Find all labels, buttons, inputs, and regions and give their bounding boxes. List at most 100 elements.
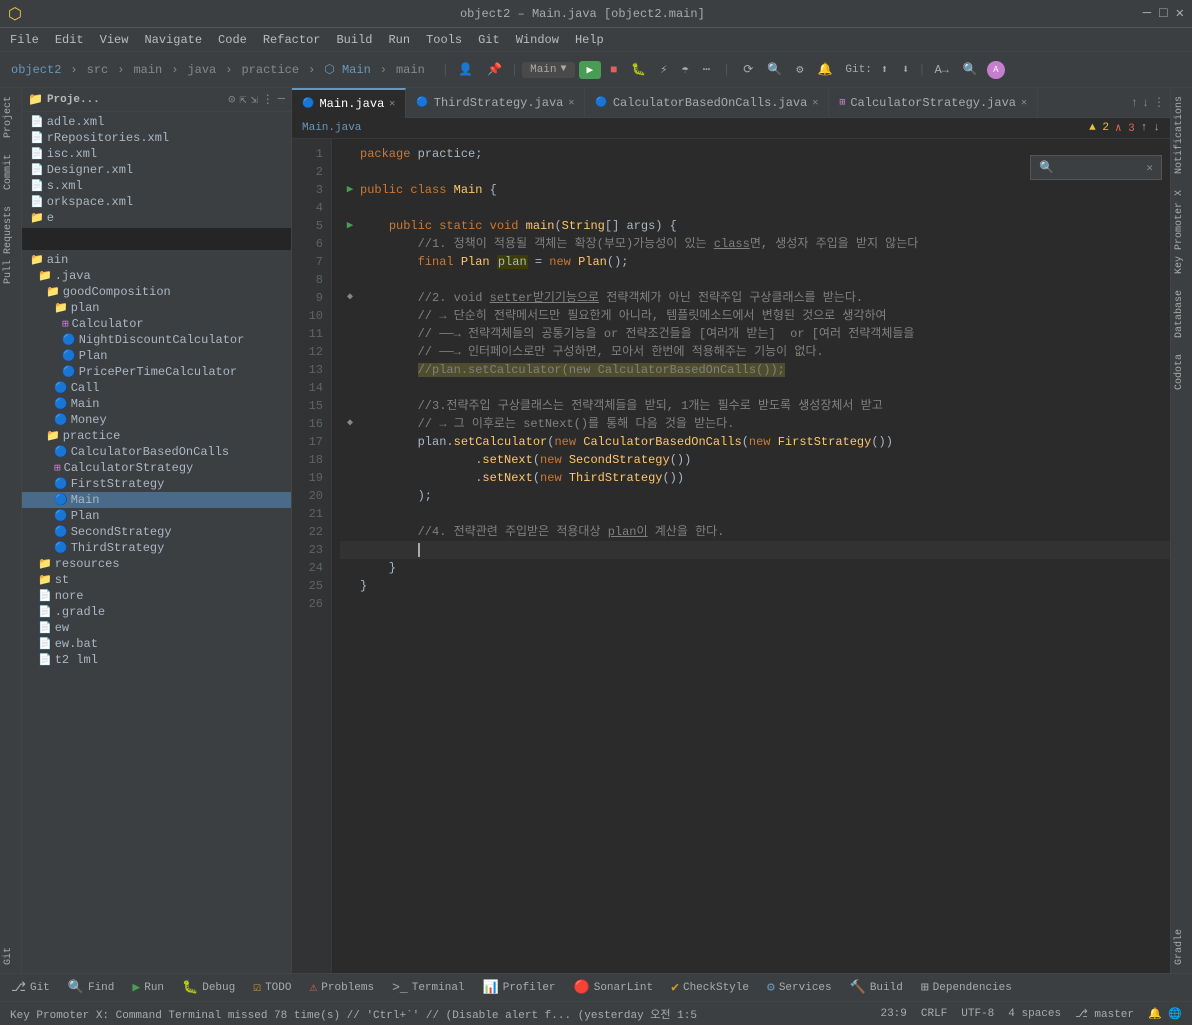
- menu-tools[interactable]: Tools: [420, 31, 468, 49]
- project-selector[interactable]: object2: [6, 61, 66, 79]
- navigate-up[interactable]: ↑: [1141, 122, 1148, 134]
- menu-build[interactable]: Build: [330, 31, 378, 49]
- sidebar-item-isc-xml[interactable]: 📄 isc.xml: [22, 146, 291, 162]
- coverage-button[interactable]: ☂: [677, 60, 694, 79]
- close-button[interactable]: ✕: [1176, 5, 1184, 22]
- sidebar-item-secondstrategy[interactable]: 🔵 SecondStrategy: [22, 524, 291, 540]
- code-content[interactable]: package practice; ▶ public class Main { …: [332, 139, 1170, 973]
- bottom-btn-run[interactable]: ▶ Run: [127, 978, 169, 997]
- sidebar-item-practice-folder[interactable]: 📁 practice: [22, 428, 291, 444]
- inline-search-box[interactable]: 🔍 ✕: [1030, 155, 1162, 180]
- sidebar-item-nore[interactable]: 📄 nore: [22, 588, 291, 604]
- menu-window[interactable]: Window: [510, 31, 565, 49]
- notifications-button[interactable]: 🔔: [812, 60, 837, 79]
- right-panel-codota[interactable]: Codota: [1171, 346, 1192, 398]
- tab-calcstrategy-close[interactable]: ✕: [1021, 97, 1027, 109]
- run-button[interactable]: ▶: [579, 61, 602, 79]
- sidebar-item-st[interactable]: 📁 st: [22, 572, 291, 588]
- vcs-update-button[interactable]: ⟳: [738, 60, 758, 79]
- tab-calculatorstrategy[interactable]: ⊞ CalculatorStrategy.java ✕: [829, 88, 1038, 118]
- code-line-23[interactable]: [340, 541, 1170, 559]
- sidebar-item-rrepositories-xml[interactable]: 📄 rRepositories.xml: [22, 130, 291, 146]
- user-icon[interactable]: 👤: [453, 60, 478, 79]
- bottom-btn-problems[interactable]: ⚠ Problems: [304, 978, 379, 997]
- tab-main-java[interactable]: 🔵 Main.java ✕: [292, 88, 406, 118]
- menu-file[interactable]: File: [4, 31, 45, 49]
- run-config-selector[interactable]: Main ▼: [522, 62, 574, 78]
- sidebar-item-adle-xml[interactable]: 📄 adle.xml: [22, 114, 291, 130]
- breadcrumb-file[interactable]: ⬡ Main: [319, 60, 375, 79]
- left-panel-commit[interactable]: Commit: [0, 146, 21, 198]
- sidebar-item-calculator-class[interactable]: ⊞ Calculator: [22, 316, 291, 332]
- sidebar-item-e-folder[interactable]: 📁 e: [22, 210, 291, 226]
- menu-code[interactable]: Code: [212, 31, 253, 49]
- tools-more-button[interactable]: ⋯: [698, 60, 715, 79]
- git-push-button[interactable]: ⬆: [876, 60, 893, 79]
- bottom-btn-profiler[interactable]: 📊 Profiler: [478, 978, 561, 997]
- bottom-btn-find[interactable]: 🔍 Find: [63, 978, 120, 997]
- status-key-promoter[interactable]: Key Promoter X: Command Terminal missed …: [6, 1006, 701, 1022]
- right-panel-key-promoter[interactable]: Key Promoter X: [1171, 182, 1192, 282]
- breadcrumb-src[interactable]: src: [82, 61, 114, 79]
- status-indent[interactable]: 4 spaces: [1004, 1008, 1065, 1020]
- sidebar-item-calculatorstrategy[interactable]: ⊞ CalculatorStrategy: [22, 460, 291, 476]
- sidebar-item-java-folder[interactable]: 📁 .java: [22, 268, 291, 284]
- avatar-button[interactable]: A: [987, 61, 1005, 79]
- tab-calculatorbasedoncalls[interactable]: 🔵 CalculatorBasedOnCalls.java ✕: [585, 88, 829, 118]
- menu-edit[interactable]: Edit: [49, 31, 90, 49]
- menu-run[interactable]: Run: [382, 31, 416, 49]
- sidebar-item-orkspace-xml[interactable]: 📄 orkspace.xml: [22, 194, 291, 210]
- bottom-btn-build[interactable]: 🔨 Build: [845, 978, 908, 997]
- sidebar-item-ain-folder[interactable]: 📁 ain: [22, 252, 291, 268]
- sidebar-item-call[interactable]: 🔵 Call: [22, 380, 291, 396]
- translate-button[interactable]: A→: [929, 61, 953, 79]
- left-panel-project[interactable]: Project: [0, 88, 21, 146]
- sidebar-item-main-gc[interactable]: 🔵 Main: [22, 396, 291, 412]
- sidebar-item-firststrategy[interactable]: 🔵 FirstStrategy: [22, 476, 291, 492]
- sidebar-more-icon[interactable]: ⋮: [262, 92, 274, 107]
- menu-help[interactable]: Help: [569, 31, 610, 49]
- menu-git[interactable]: Git: [472, 31, 506, 49]
- tab-scroll-down[interactable]: ↓: [1142, 96, 1149, 110]
- sidebar-close-icon[interactable]: ─: [278, 92, 285, 107]
- status-git[interactable]: ⎇ master: [1071, 1007, 1138, 1021]
- right-panel-database[interactable]: Database: [1171, 282, 1192, 346]
- sidebar-item-ew[interactable]: 📄 ew: [22, 620, 291, 636]
- tab-main-java-close[interactable]: ✕: [389, 98, 395, 110]
- sidebar-locate-icon[interactable]: ⊙: [228, 92, 235, 107]
- tab-scroll-up[interactable]: ↑: [1131, 96, 1138, 110]
- inline-search-close[interactable]: ✕: [1146, 161, 1153, 175]
- tab-thirdstrategy[interactable]: 🔵 ThirdStrategy.java ✕: [406, 88, 585, 118]
- bookmark-icon[interactable]: 📌: [482, 60, 507, 79]
- bottom-btn-checkstyle[interactable]: ✔ CheckStyle: [666, 978, 754, 997]
- sidebar-item-nightdiscount[interactable]: 🔵 NightDiscountCalculator: [22, 332, 291, 348]
- sidebar-item-goodcomposition-folder[interactable]: 📁 goodComposition: [22, 284, 291, 300]
- sidebar-item-designer-xml[interactable]: 📄 Designer.xml: [22, 162, 291, 178]
- sidebar-item-ew-bat[interactable]: 📄 ew.bat: [22, 636, 291, 652]
- sidebar-item-calculatorbasedoncalls[interactable]: 🔵 CalculatorBasedOnCalls: [22, 444, 291, 460]
- status-encoding[interactable]: UTF-8: [957, 1008, 998, 1020]
- sidebar-item-pricepertime[interactable]: 🔵 PricePerTimeCalculator: [22, 364, 291, 380]
- bottom-btn-debug[interactable]: 🐛 Debug: [177, 978, 240, 997]
- bottom-btn-dependencies[interactable]: ⊞ Dependencies: [916, 978, 1017, 997]
- status-line-ending[interactable]: CRLF: [917, 1008, 951, 1020]
- search-button[interactable]: 🔍: [762, 60, 787, 79]
- git-pull-button[interactable]: ⬇: [897, 60, 914, 79]
- right-panel-gradle[interactable]: Gradle: [1171, 921, 1192, 973]
- sidebar-item-money[interactable]: 🔵 Money: [22, 412, 291, 428]
- bottom-btn-sonarlint[interactable]: 🔴 SonarLint: [569, 978, 659, 997]
- maximize-button[interactable]: □: [1159, 6, 1167, 22]
- sidebar-item-plan-practice[interactable]: 🔵 Plan: [22, 508, 291, 524]
- sidebar-expand-icon[interactable]: ⇱: [239, 92, 246, 107]
- sidebar-search-box[interactable]: [22, 228, 291, 250]
- tab-thirdstrategy-close[interactable]: ✕: [568, 97, 574, 109]
- minimize-button[interactable]: ─: [1143, 6, 1151, 22]
- sidebar-collapse-icon[interactable]: ⇲: [251, 92, 258, 107]
- navigate-down[interactable]: ↓: [1153, 122, 1160, 134]
- tab-calcbasedoncalls-close[interactable]: ✕: [812, 97, 818, 109]
- debug-button[interactable]: 🐛: [626, 60, 651, 79]
- settings-button[interactable]: ⚙: [791, 60, 808, 79]
- profile-button[interactable]: ⚡: [655, 60, 672, 79]
- search2-button[interactable]: 🔍: [958, 60, 983, 79]
- sidebar-item-thirdstrategy[interactable]: 🔵 ThirdStrategy: [22, 540, 291, 556]
